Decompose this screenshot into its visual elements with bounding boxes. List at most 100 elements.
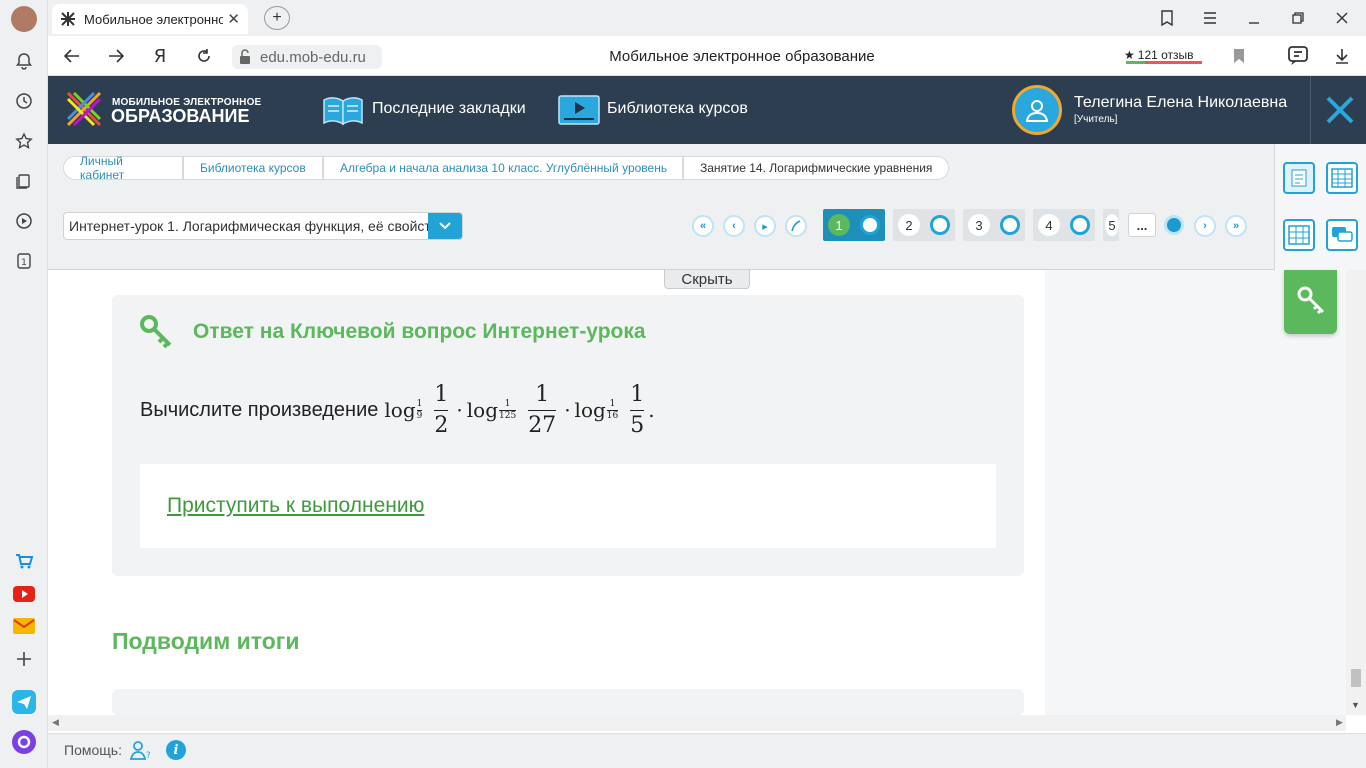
dot-2: · — [564, 398, 571, 422]
first-page-icon[interactable]: « — [692, 215, 714, 237]
hide-button[interactable]: Скрыть — [664, 270, 750, 289]
arg-3: 15 — [630, 381, 645, 438]
page-item-1[interactable]: 1 — [823, 209, 885, 241]
play-icon[interactable] — [11, 208, 37, 234]
help-user-icon[interactable]: ? — [129, 740, 152, 761]
back-arrow-icon[interactable] — [60, 44, 84, 68]
start-task-link[interactable]: Приступить к выполнению — [167, 494, 424, 518]
base-3: 1 16 — [606, 398, 619, 421]
horizontal-scrollbar[interactable] — [48, 715, 1346, 731]
grid-table-icon[interactable] — [1283, 219, 1315, 251]
svg-text:1: 1 — [21, 258, 27, 268]
scroll-right-icon[interactable]: ▶ — [1336, 717, 1343, 728]
summary-title: Подводим итоги — [112, 628, 300, 654]
lesson-select-value: Интернет-урок 1. Логарифмическая функция… — [69, 218, 428, 234]
notebook-icon[interactable] — [1283, 162, 1315, 194]
logo-mark-icon[interactable] — [64, 89, 104, 129]
tab-title: Мобильное электронно — [84, 11, 224, 27]
task-text: Вычислите произведение log 19 12 · log 1… — [140, 378, 655, 442]
next-step-icon[interactable]: ▸ — [754, 215, 776, 237]
mail-icon[interactable] — [11, 613, 37, 639]
minimize-icon[interactable] — [1242, 6, 1266, 30]
help-footer — [48, 733, 1366, 768]
yandex-icon[interactable]: Я — [148, 44, 172, 68]
period: . — [648, 398, 655, 422]
next-page-icon[interactable]: › — [1194, 215, 1216, 237]
lesson-select[interactable]: Интернет-урок 1. Логарифмическая функция… — [63, 212, 463, 240]
vertical-scroll-thumb[interactable] — [1351, 669, 1361, 687]
close-x-icon[interactable] — [1324, 94, 1356, 126]
counter-icon[interactable]: 1 — [11, 248, 37, 274]
video-library-icon[interactable] — [558, 95, 600, 125]
arg-1: 12 — [434, 381, 449, 438]
restore-icon[interactable] — [1286, 6, 1310, 30]
star-icon[interactable] — [11, 128, 37, 154]
breadcrumb-cabinet[interactable]: Личный кабинет — [63, 154, 183, 182]
new-tab-button[interactable]: + — [264, 6, 290, 30]
breadcrumb-lesson: Занятие 14. Логарифмические уравнения — [683, 156, 949, 180]
downloads-icon[interactable] — [1330, 44, 1354, 68]
chat-icon[interactable] — [1326, 219, 1358, 251]
bell-icon[interactable] — [11, 48, 37, 74]
page-item-5[interactable]: 5 — [1103, 209, 1119, 241]
url-text: edu.mob-edu.ru — [260, 48, 366, 66]
dot-1: · — [456, 398, 463, 422]
current-dot-icon[interactable] — [1164, 215, 1184, 235]
page-status-ring-icon — [860, 215, 880, 235]
user-name[interactable]: Телегина Елена Николаевна — [1074, 94, 1287, 112]
journal-table-icon[interactable] — [1326, 162, 1358, 194]
vertical-scrollbar[interactable] — [1346, 270, 1366, 715]
breadcrumb-library[interactable]: Библиотека курсов — [183, 156, 323, 180]
info-icon[interactable]: i — [166, 740, 186, 760]
history-icon[interactable] — [11, 88, 37, 114]
chevron-down-icon[interactable] — [428, 213, 462, 239]
reviews-rating-bar — [1126, 61, 1202, 64]
reviews-count: 121 отзыв — [1137, 48, 1194, 62]
key-green-icon — [138, 313, 176, 351]
scroll-down-icon[interactable]: ▼ — [1351, 700, 1360, 710]
menu-icon[interactable] — [1198, 6, 1222, 30]
add-panel-icon[interactable] — [11, 646, 37, 672]
page-item-4[interactable]: 4 — [1033, 209, 1095, 241]
alice-icon[interactable] — [11, 729, 37, 755]
browser-sidebar: 1 — [0, 0, 48, 768]
task-prefix: Вычислите произведение — [140, 398, 379, 421]
pages-more-button[interactable]: ... — [1128, 213, 1156, 237]
key-icon — [1295, 284, 1327, 321]
translate-chat-icon[interactable] — [1284, 42, 1312, 70]
page-item-2[interactable]: 2 — [893, 209, 955, 241]
user-role: [Учитель] — [1074, 114, 1118, 125]
page-status-ring-icon — [930, 215, 950, 235]
bookmark-page-icon[interactable] — [1228, 44, 1250, 68]
collections-icon[interactable] — [11, 168, 37, 194]
prev-page-icon[interactable]: ‹ — [723, 215, 745, 237]
market-cart-icon[interactable] — [11, 548, 37, 574]
page-status-ring-icon — [1000, 215, 1020, 235]
scroll-left-icon[interactable]: ◀ — [52, 717, 59, 728]
profile-avatar[interactable] — [11, 6, 37, 32]
page-number: 1 — [828, 214, 850, 236]
feather-icon[interactable] — [785, 215, 807, 237]
url-pill[interactable]: edu.mob-edu.ru — [232, 45, 382, 69]
last-page-icon[interactable]: » — [1225, 215, 1247, 237]
reload-icon[interactable] — [192, 44, 216, 68]
close-window-icon[interactable] — [1330, 6, 1354, 30]
summary-card — [112, 689, 1024, 715]
close-tab-icon[interactable]: ✕ — [227, 10, 240, 28]
page-item-3[interactable]: 3 — [963, 209, 1025, 241]
breadcrumb-course[interactable]: Алгебра и начала анализа 10 класс. Углуб… — [323, 156, 683, 180]
nav-bookmarks[interactable]: Последние закладки — [372, 100, 526, 118]
lock-icon — [238, 49, 254, 65]
key-question-tab[interactable] — [1284, 270, 1337, 334]
user-avatar-icon[interactable] — [1012, 85, 1062, 135]
svg-text:?: ? — [146, 751, 150, 760]
bookmarks-panel-icon[interactable] — [1154, 6, 1178, 30]
base-2: 1 125 — [499, 398, 517, 421]
nav-library[interactable]: Библиотека курсов — [607, 100, 748, 118]
youtube-icon[interactable] — [11, 581, 37, 607]
open-book-icon[interactable] — [322, 94, 364, 126]
page-status-ring-icon — [1070, 215, 1090, 235]
messenger-icon[interactable] — [11, 689, 37, 715]
browser-tab[interactable]: Мобильное электронно ✕ — [52, 4, 248, 34]
forward-arrow-icon[interactable] — [104, 44, 128, 68]
